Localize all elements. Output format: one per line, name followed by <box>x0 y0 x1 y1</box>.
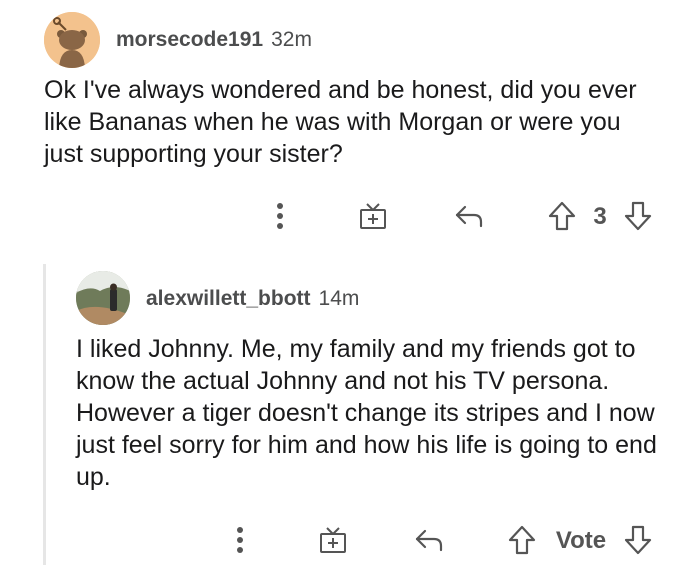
username-link[interactable]: morsecode191 <box>116 28 263 52</box>
award-button[interactable] <box>356 199 390 233</box>
upvote-button[interactable] <box>546 199 578 233</box>
downvote-button[interactable] <box>622 199 654 233</box>
vote-label: Vote <box>555 527 607 554</box>
more-options-button[interactable] <box>230 524 250 556</box>
downvote-arrow-icon <box>624 525 652 555</box>
reply-icon <box>415 529 443 552</box>
upvote-button[interactable] <box>506 523 538 557</box>
user-avatar[interactable] <box>76 271 130 325</box>
profile-photo-icon <box>76 271 130 325</box>
vote-count: 3 <box>593 203 607 230</box>
more-options-icon <box>277 203 283 229</box>
comment-body: Ok I've always wondered and be honest, d… <box>44 76 637 168</box>
comment-timestamp: 32m <box>271 28 312 51</box>
comment-meta: alexwillett_bbott 14m <box>146 287 359 311</box>
gift-award-icon <box>320 527 346 553</box>
thread-line[interactable] <box>43 264 46 565</box>
reply-icon <box>455 205 483 228</box>
downvote-arrow-icon <box>624 201 652 231</box>
comment-body: I liked Johnny. Me, my family and my fri… <box>76 335 657 491</box>
upvote-arrow-icon <box>548 201 576 231</box>
user-avatar[interactable] <box>44 12 100 68</box>
comment-meta: morsecode191 32m <box>116 28 312 52</box>
reply-button[interactable] <box>412 524 446 556</box>
upvote-arrow-icon <box>508 525 536 555</box>
more-options-button[interactable] <box>270 200 290 232</box>
snoo-avatar-icon <box>44 12 100 68</box>
downvote-button[interactable] <box>622 523 654 557</box>
username-link[interactable]: alexwillett_bbott <box>146 287 311 311</box>
award-button[interactable] <box>316 523 350 557</box>
gift-award-icon <box>360 203 386 229</box>
comment-timestamp: 14m <box>318 287 360 310</box>
more-options-icon <box>237 527 243 553</box>
reply-button[interactable] <box>452 200 486 232</box>
